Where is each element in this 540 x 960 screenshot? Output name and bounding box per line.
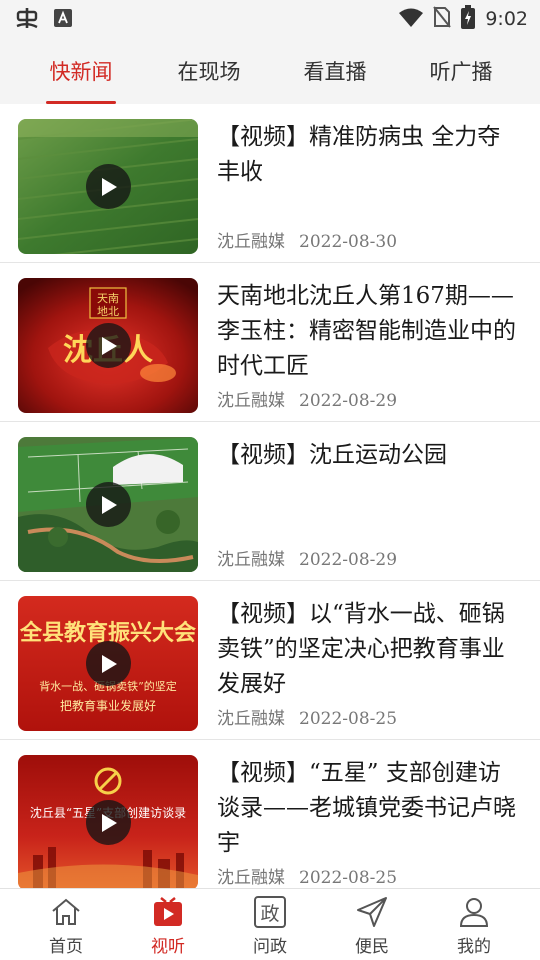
news-meta: 沈丘融媒 2022-08-30 (217, 227, 397, 252)
news-list: 【视频】精准防病虫 全力夺丰收 沈丘融媒 2022-08-30 天南 地北 天南… (0, 104, 540, 899)
news-source: 沈丘融媒 (217, 868, 285, 888)
video-thumbnail[interactable]: 天南 地北 沈丘人 (18, 278, 198, 413)
nav-politics[interactable]: 政 问政 (230, 895, 310, 957)
news-date: 2022-08-25 (299, 709, 398, 729)
tab-label: 快新闻 (49, 60, 113, 84)
video-thumbnail[interactable]: 沈丘县“五星”支部创建访谈录 (18, 755, 198, 890)
play-icon[interactable] (86, 323, 131, 368)
news-source: 沈丘融媒 (217, 709, 285, 729)
news-title[interactable]: 【视频】沈丘运动公园 (217, 438, 522, 473)
play-icon[interactable] (86, 482, 131, 527)
tab-label: 在现场 (177, 60, 241, 84)
nav-services[interactable]: 便民 (332, 895, 412, 957)
home-icon (26, 895, 106, 929)
tab-radio[interactable]: 听广播 (426, 56, 496, 96)
bottom-navigation: 首页 视听 政 问政 便民 我的 (0, 888, 540, 960)
news-date: 2022-08-25 (299, 868, 398, 888)
news-meta: 沈丘融媒 2022-08-29 (217, 386, 397, 411)
user-icon (434, 895, 514, 929)
video-thumbnail[interactable]: 全县教育振兴大会 背水一战、砸锅卖铁”的坚定 把教育事业发展好 (18, 596, 198, 731)
news-date: 2022-08-30 (299, 232, 398, 252)
politics-icon-text: 政 (260, 903, 279, 925)
play-icon[interactable] (86, 641, 131, 686)
nav-label: 我的 (457, 937, 491, 957)
status-bar: 9:02 (0, 0, 540, 38)
tab-fast-news[interactable]: 快新闻 (46, 56, 116, 104)
news-title[interactable]: 【视频】精准防病虫 全力夺丰收 (217, 120, 522, 190)
news-item[interactable]: 天南 地北 沈丘人 天南地北沈丘人第167期——李玉柱：精密智能制造业中的时代工… (0, 263, 540, 422)
news-meta: 沈丘融媒 2022-08-25 (217, 704, 397, 729)
news-item[interactable]: 【视频】沈丘运动公园 沈丘融媒 2022-08-29 (0, 422, 540, 581)
news-item[interactable]: 沈丘县“五星”支部创建访谈录 【视频】“五星” 支部创建访谈录——老城镇党委书记… (0, 740, 540, 899)
wifi-icon (399, 7, 424, 31)
news-title[interactable]: 【视频】“五星” 支部创建访谈录——老城镇党委书记卢晓宇 (217, 756, 522, 861)
news-meta: 沈丘融媒 2022-08-25 (217, 863, 397, 888)
send-icon (332, 895, 412, 929)
thumb-text: 天南 (97, 292, 119, 305)
app-notification-icon (14, 6, 40, 34)
battery-charging-icon (461, 5, 476, 33)
news-date: 2022-08-29 (299, 550, 398, 570)
keyboard-a-icon (54, 9, 72, 31)
thumb-text: 把教育事业发展好 (60, 698, 156, 713)
news-title[interactable]: 【视频】以“背水一战、砸锅卖铁”的坚定决心把教育事业发展好 (217, 597, 522, 702)
tab-label: 听广播 (429, 60, 493, 84)
category-tabs: 快新闻 在现场 看直播 听广播 (0, 38, 540, 104)
nav-audio-video[interactable]: 视听 (128, 895, 208, 957)
news-source: 沈丘融媒 (217, 232, 285, 252)
nav-label: 问政 (253, 937, 287, 957)
politics-icon: 政 (230, 895, 310, 929)
tab-on-site[interactable]: 在现场 (174, 56, 244, 96)
news-source: 沈丘融媒 (217, 391, 285, 411)
thumb-text: 地北 (97, 305, 119, 318)
video-thumbnail[interactable] (18, 119, 198, 254)
news-item[interactable]: 【视频】精准防病虫 全力夺丰收 沈丘融媒 2022-08-30 (0, 104, 540, 263)
no-sim-icon (433, 6, 452, 32)
news-source: 沈丘融媒 (217, 550, 285, 570)
video-thumbnail[interactable] (18, 437, 198, 572)
news-meta: 沈丘融媒 2022-08-29 (217, 545, 397, 570)
play-icon[interactable] (86, 800, 131, 845)
nav-home[interactable]: 首页 (26, 895, 106, 957)
tab-live[interactable]: 看直播 (300, 56, 370, 96)
nav-label: 视听 (151, 937, 185, 957)
news-item[interactable]: 全县教育振兴大会 背水一战、砸锅卖铁”的坚定 把教育事业发展好 【视频】以“背水… (0, 581, 540, 740)
play-icon[interactable] (86, 164, 131, 209)
nav-label: 便民 (355, 937, 389, 957)
video-icon (128, 895, 208, 929)
tab-label: 看直播 (303, 60, 367, 84)
clock: 9:02 (485, 8, 528, 30)
news-title[interactable]: 天南地北沈丘人第167期——李玉柱：精密智能制造业中的时代工匠 (217, 279, 522, 384)
nav-label: 首页 (49, 937, 83, 957)
news-date: 2022-08-29 (299, 391, 398, 411)
nav-profile[interactable]: 我的 (434, 895, 514, 957)
